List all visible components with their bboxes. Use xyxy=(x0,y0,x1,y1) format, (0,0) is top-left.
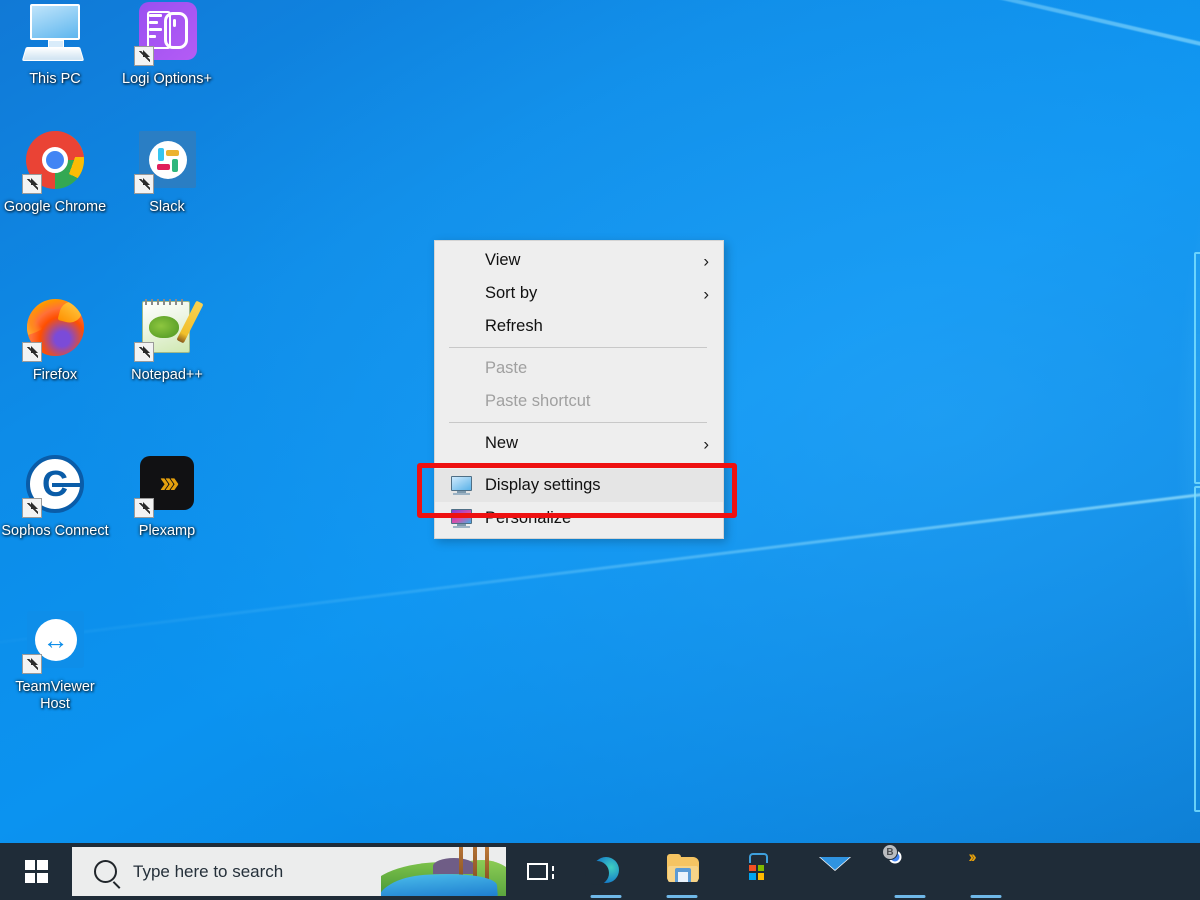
plexamp-icon: ›› xyxy=(968,846,977,866)
taskbar-item-google-chrome[interactable]: B xyxy=(872,843,948,900)
search-icon xyxy=(94,860,117,883)
desktop-icon-sophos-connect[interactable]: C Sophos Connect xyxy=(0,452,110,540)
search-illustration xyxy=(381,847,506,896)
desktop-icon-logi-options[interactable]: Logi Options+ xyxy=(112,0,222,88)
chevron-right-icon: › xyxy=(703,251,709,270)
context-menu-item-label: New xyxy=(485,434,519,452)
running-indicator xyxy=(894,895,926,898)
context-menu-item-new[interactable]: New › xyxy=(435,427,723,460)
desktop-icon-label: This PC xyxy=(29,71,81,87)
chrome-icon xyxy=(22,128,88,194)
running-indicator xyxy=(970,895,1002,898)
context-menu-item-label: Personalize xyxy=(485,509,572,527)
context-menu-item-display-settings[interactable]: Display settings xyxy=(435,469,723,502)
context-menu-item-refresh[interactable]: Refresh xyxy=(435,310,723,343)
mail-icon xyxy=(819,856,851,887)
desktop-icon-label: Firefox xyxy=(32,367,78,383)
monitor-paint-icon xyxy=(451,508,473,529)
plexamp-icon: ››› xyxy=(134,452,200,518)
desktop-icon-this-pc[interactable]: This PC xyxy=(0,0,110,88)
desktop-icon-label: Sophos Connect xyxy=(1,523,109,539)
shortcut-overlay-icon xyxy=(134,46,154,66)
context-menu-item-paste-shortcut: Paste shortcut xyxy=(435,385,723,418)
taskbar-item-file-explorer[interactable] xyxy=(644,843,720,900)
desktop-icon-label: TeamViewer Host xyxy=(15,679,95,712)
taskbar-item-microsoft-edge[interactable] xyxy=(568,843,644,900)
context-menu-separator xyxy=(449,464,707,465)
desktop-icon-label: Plexamp xyxy=(138,523,196,539)
monitor-icon xyxy=(451,475,473,496)
taskbar-item-mail[interactable] xyxy=(796,843,872,900)
context-menu-item-sort-by[interactable]: Sort by › xyxy=(435,277,723,310)
context-menu-item-label: Refresh xyxy=(485,317,543,335)
store-icon xyxy=(743,852,773,887)
desktop-icon-label: Slack xyxy=(149,199,185,215)
desktop-icon-label: Google Chrome xyxy=(3,199,107,215)
context-menu-item-label: Paste shortcut xyxy=(485,392,591,410)
firefox-icon xyxy=(22,296,88,362)
context-menu-item-paste: Paste xyxy=(435,352,723,385)
context-menu-item-label: Sort by xyxy=(485,284,538,302)
task-view-button[interactable] xyxy=(512,843,562,900)
context-menu-separator xyxy=(449,422,707,423)
shortcut-overlay-icon xyxy=(22,342,42,362)
context-menu-item-label: Paste xyxy=(485,359,528,377)
desktop-context-menu: View › Sort by › Refresh Paste Paste sho… xyxy=(434,240,724,539)
folder-icon xyxy=(667,853,699,887)
taskbar: Type here to search B ›› xyxy=(0,843,1200,900)
desktop-screen: This PC Logi Options+ Google Chrome Slac… xyxy=(0,0,1200,900)
wallpaper-right-glow xyxy=(1060,0,1200,900)
shortcut-overlay-icon xyxy=(22,498,42,518)
desktop-icon-google-chrome[interactable]: Google Chrome xyxy=(0,128,110,216)
desktop-icon-teamviewer-host[interactable]: ↔ TeamViewer Host xyxy=(0,608,110,713)
desktop-icon-plexamp[interactable]: ››› Plexamp xyxy=(112,452,222,540)
taskbar-app-list: B ›› xyxy=(568,843,1024,900)
taskbar-item-microsoft-store[interactable] xyxy=(720,843,796,900)
desktop-icon-firefox[interactable]: Firefox xyxy=(0,296,110,384)
chrome-profile-badge: B xyxy=(882,843,898,860)
shortcut-overlay-icon xyxy=(134,174,154,194)
running-indicator xyxy=(590,895,622,898)
chevron-right-icon: › xyxy=(703,284,709,303)
search-input[interactable]: Type here to search xyxy=(72,847,506,896)
logi-options-icon xyxy=(134,0,200,66)
task-view-icon xyxy=(526,863,554,880)
shortcut-overlay-icon xyxy=(22,654,42,674)
desktop-icon-notepad-plus-plus[interactable]: Notepad++ xyxy=(112,296,222,384)
notepad-plus-icon xyxy=(134,296,204,362)
chevron-right-icon: › xyxy=(703,434,709,453)
context-menu-item-label: View xyxy=(485,251,521,269)
start-button[interactable] xyxy=(0,843,72,900)
chrome-icon: B xyxy=(882,843,925,887)
context-menu-item-personalize[interactable]: Personalize xyxy=(435,502,723,535)
desktop-icon-label: Logi Options+ xyxy=(122,71,212,87)
edge-icon xyxy=(591,857,621,887)
taskbar-item-plexamp[interactable]: ›› xyxy=(948,843,1024,900)
teamviewer-icon: ↔ xyxy=(22,608,88,674)
shortcut-overlay-icon xyxy=(134,498,154,518)
shortcut-overlay-icon xyxy=(22,174,42,194)
sophos-icon: C xyxy=(22,452,88,518)
slack-icon xyxy=(134,128,200,194)
desktop-icon-label: Notepad++ xyxy=(131,367,203,383)
computer-icon xyxy=(21,0,88,66)
context-menu-item-label: Display settings xyxy=(485,476,601,494)
windows-logo-icon xyxy=(24,860,48,883)
running-indicator xyxy=(666,895,698,898)
context-menu-item-view[interactable]: View › xyxy=(435,244,723,277)
desktop-icon-slack[interactable]: Slack xyxy=(112,128,222,216)
context-menu-separator xyxy=(449,347,707,348)
shortcut-overlay-icon xyxy=(134,342,154,362)
